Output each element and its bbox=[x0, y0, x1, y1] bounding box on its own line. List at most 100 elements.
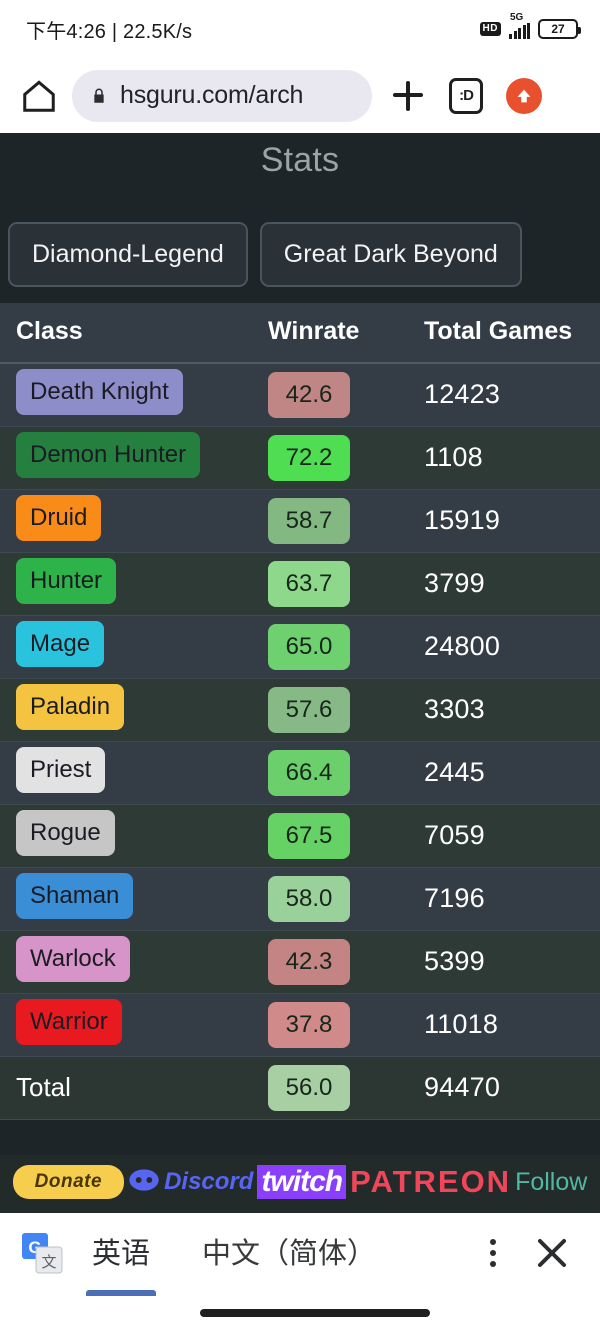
cell-total-games: 7059 bbox=[408, 804, 600, 868]
filter-expansion-button[interactable]: Great Dark Beyond bbox=[259, 222, 522, 287]
table-row[interactable]: Priest 66.4 2445 bbox=[0, 741, 600, 805]
cell-total-winrate: 56.0 bbox=[252, 1056, 408, 1120]
table-row[interactable]: Shaman 58.0 7196 bbox=[0, 867, 600, 931]
total-label: Total bbox=[16, 1072, 71, 1102]
cell-total-games: 11018 bbox=[408, 993, 600, 1057]
discord-label: Discord bbox=[164, 1168, 254, 1195]
discord-link[interactable]: Discord bbox=[128, 1168, 253, 1197]
kebab-menu-icon[interactable] bbox=[474, 1229, 512, 1277]
discord-icon bbox=[128, 1168, 160, 1197]
status-time-and-speed: 下午4:26 | 22.5K/s bbox=[26, 20, 193, 43]
class-badge[interactable]: Rogue bbox=[16, 810, 115, 856]
cell-winrate: 37.8 bbox=[252, 993, 408, 1057]
winrate-badge: 72.2 bbox=[268, 434, 350, 481]
table-row[interactable]: Warlock 42.3 5399 bbox=[0, 930, 600, 994]
browser-toolbar: hsguru.com/arch :D bbox=[0, 58, 600, 133]
total-winrate-badge: 56.0 bbox=[268, 1064, 350, 1111]
class-stats-table: Class Winrate Total Games Death Knight 42… bbox=[0, 303, 600, 1120]
table-row[interactable]: Hunter 63.7 3799 bbox=[0, 552, 600, 616]
class-badge[interactable]: Warlock bbox=[16, 936, 130, 982]
table-row[interactable]: Warrior 37.8 11018 bbox=[0, 993, 600, 1057]
winrate-badge: 42.3 bbox=[268, 938, 350, 985]
column-header-total-games[interactable]: Total Games bbox=[408, 303, 600, 364]
total-games-value: 2445 bbox=[424, 757, 485, 787]
url-bar[interactable]: hsguru.com/arch bbox=[72, 69, 372, 122]
table-row[interactable]: Paladin 57.6 3303 bbox=[0, 678, 600, 742]
table-body: Death Knight 42.6 12423 Demon Hunter 72.2 110… bbox=[0, 363, 600, 1120]
cell-winrate: 42.6 bbox=[252, 363, 408, 427]
total-games-value: 24800 bbox=[424, 631, 501, 661]
cell-winrate: 66.4 bbox=[252, 741, 408, 805]
cell-total-label: Total bbox=[0, 1056, 252, 1120]
total-games-value: 12423 bbox=[424, 379, 501, 410]
cell-class: Shaman bbox=[0, 867, 252, 931]
cell-winrate: 58.0 bbox=[252, 867, 408, 931]
total-games-sum: 94470 bbox=[424, 1072, 501, 1102]
column-header-class[interactable]: Class bbox=[0, 303, 252, 364]
cell-total-games: 24800 bbox=[408, 615, 600, 679]
battery-icon: 27 bbox=[538, 19, 581, 39]
cell-class: Rogue bbox=[0, 804, 252, 868]
class-badge[interactable]: Demon Hunter bbox=[16, 432, 201, 478]
cell-total-games: 15919 bbox=[408, 489, 600, 553]
winrate-badge: 63.7 bbox=[268, 560, 350, 607]
cell-class: Druid bbox=[0, 489, 252, 553]
cell-winrate: 65.0 bbox=[252, 615, 408, 679]
web-page-content: Stats Diamond-Legend Great Dark Beyond C… bbox=[0, 133, 600, 1213]
winrate-badge: 58.7 bbox=[268, 497, 350, 544]
filter-button-group: Diamond-Legend Great Dark Beyond bbox=[0, 184, 600, 303]
cell-class: Demon Hunter bbox=[0, 426, 252, 490]
donate-button[interactable]: Donate bbox=[12, 1165, 125, 1199]
follow-link[interactable]: Follow bbox=[515, 1168, 587, 1197]
cell-winrate: 67.5 bbox=[252, 804, 408, 868]
cell-total-games: 7196 bbox=[408, 867, 600, 931]
class-badge[interactable]: Shaman bbox=[16, 873, 134, 919]
close-icon[interactable] bbox=[530, 1231, 574, 1275]
page-title: Stats bbox=[260, 141, 340, 179]
battery-level-label: 27 bbox=[551, 22, 565, 36]
cell-total-games: 3303 bbox=[408, 678, 600, 742]
class-badge[interactable]: Death Knight bbox=[16, 369, 183, 416]
winrate-badge: 67.5 bbox=[268, 812, 350, 859]
table-row[interactable]: Druid 58.7 15919 bbox=[0, 489, 600, 553]
cell-class: Death Knight bbox=[0, 363, 252, 427]
google-translate-icon[interactable]: G 文 bbox=[20, 1231, 64, 1275]
cell-class: Hunter bbox=[0, 552, 252, 616]
source-language-tab[interactable]: 英语 bbox=[86, 1216, 157, 1296]
class-badge[interactable]: Hunter bbox=[16, 558, 117, 604]
column-header-winrate[interactable]: Winrate bbox=[252, 303, 408, 364]
new-tab-button[interactable] bbox=[386, 74, 430, 118]
filter-rank-button[interactable]: Diamond-Legend bbox=[8, 222, 248, 287]
class-badge[interactable]: Paladin bbox=[16, 684, 125, 730]
table-row[interactable]: Demon Hunter 72.2 1108 bbox=[0, 426, 600, 490]
class-badge[interactable]: Priest bbox=[16, 747, 106, 793]
cell-total-games: 2445 bbox=[408, 741, 600, 805]
class-badge[interactable]: Druid bbox=[16, 495, 102, 541]
winrate-badge: 57.6 bbox=[268, 686, 350, 733]
signal-icon: 5G bbox=[509, 12, 530, 39]
tab-switcher-button[interactable]: :D bbox=[444, 74, 488, 118]
total-games-value: 7196 bbox=[424, 883, 485, 913]
class-badge[interactable]: Warrior bbox=[16, 999, 122, 1045]
cell-class: Mage bbox=[0, 615, 252, 679]
cell-total-games: 3799 bbox=[408, 552, 600, 616]
twitch-link[interactable]: twitch bbox=[257, 1165, 347, 1199]
table-row[interactable]: Rogue 67.5 7059 bbox=[0, 804, 600, 868]
cell-class: Paladin bbox=[0, 678, 252, 742]
target-language-tab[interactable]: 中文（简体） bbox=[196, 1216, 382, 1290]
home-indicator[interactable] bbox=[200, 1309, 430, 1317]
patreon-link[interactable]: PATREON bbox=[350, 1164, 511, 1200]
cell-winrate: 58.7 bbox=[252, 489, 408, 553]
translate-bar: G 文 英语 中文（简体） bbox=[0, 1213, 600, 1296]
table-header: Class Winrate Total Games bbox=[0, 303, 600, 364]
table-row[interactable]: Death Knight 42.6 12423 bbox=[0, 363, 600, 427]
winrate-badge: 58.0 bbox=[268, 875, 350, 922]
winrate-badge: 65.0 bbox=[268, 623, 350, 670]
total-games-value: 7059 bbox=[424, 820, 485, 850]
table-row[interactable]: Mage 65.0 24800 bbox=[0, 615, 600, 679]
update-button[interactable] bbox=[502, 74, 546, 118]
home-icon[interactable] bbox=[20, 77, 58, 115]
cell-winrate: 72.2 bbox=[252, 426, 408, 490]
hd-icon: HD bbox=[479, 22, 501, 36]
class-badge[interactable]: Mage bbox=[16, 621, 105, 667]
